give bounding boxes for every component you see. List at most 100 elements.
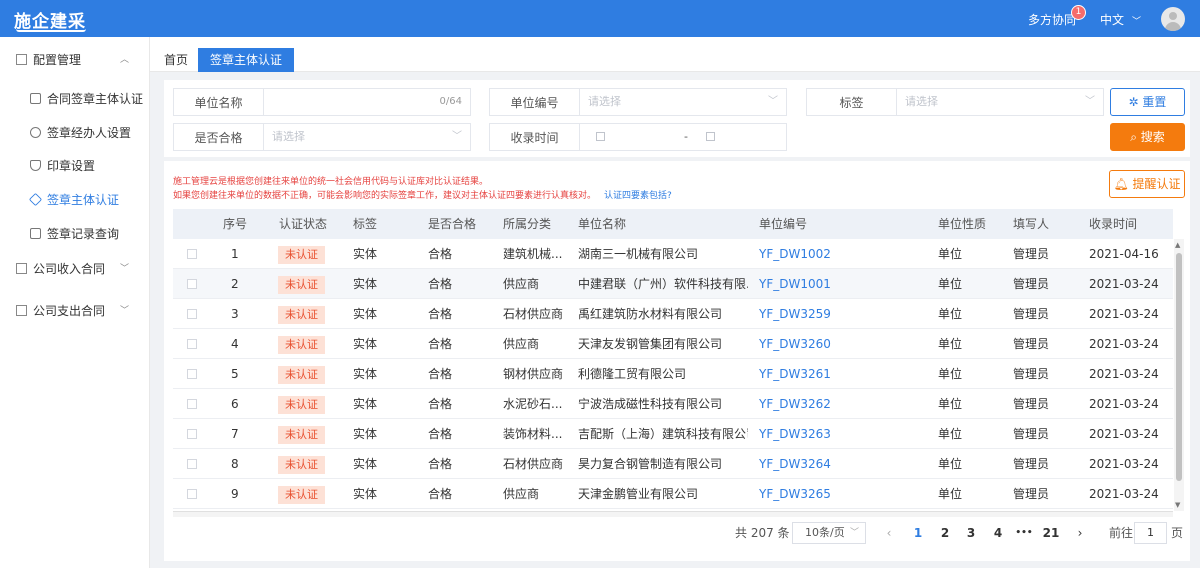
row-checkbox[interactable] [187, 339, 197, 349]
cell-unit-code[interactable]: YF_DW3264 [759, 449, 831, 479]
cell-unit-nature-text: 单位 [938, 427, 963, 441]
language-select[interactable]: 中文 ﹀ [1100, 11, 1141, 28]
header-status: 认证状态 [279, 217, 328, 231]
remind-auth-button[interactable]: 🔔︎ 提醒认证 [1109, 170, 1185, 198]
table-row[interactable]: 3 未认证 实体 合格 石材供应商 禹红建筑防水材料有限公司 YF_DW3259 单位 管理员 2… [173, 299, 1173, 329]
page-size-select[interactable]: 10条/页 ﹀ [792, 522, 866, 544]
cell-unit-name: 天津友发钢管集团有限公司 [578, 329, 748, 359]
cell-unit-code-text[interactable]: YF_DW3259 [759, 307, 831, 321]
unit-name-input[interactable]: 0/64 [263, 88, 471, 116]
sidebar-group-config[interactable]: 配置管理 ︿ [16, 50, 129, 70]
tab-home[interactable]: 首页 [152, 48, 200, 72]
cell-tag: 实体 [353, 479, 377, 509]
cell-filler-text: 管理员 [1013, 277, 1050, 291]
cell-unit-code-text[interactable]: YF_DW3264 [759, 457, 831, 471]
row-checkbox[interactable] [187, 279, 197, 289]
cell-unit-code[interactable]: YF_DW3265 [759, 479, 831, 509]
cell-unit-code-text[interactable]: YF_DW1001 [759, 277, 831, 291]
avatar[interactable] [1161, 7, 1185, 31]
row-checkbox[interactable] [187, 489, 197, 499]
sidebar-item-seal-settings[interactable]: 印章设置 [30, 156, 95, 176]
cell-unit-name-text: 昊力复合钢管制造有限公司 [578, 457, 723, 471]
cell-status: 未认证 [278, 239, 325, 269]
cell-unit-code[interactable]: YF_DW3261 [759, 359, 831, 389]
header-date: 收录时间 [1089, 217, 1138, 231]
page-size-value: 10条/页 [805, 526, 845, 539]
header-no: 序号 [223, 217, 248, 231]
sidebar-item-sign-subject-auth[interactable]: 签章主体认证 [28, 190, 119, 210]
row-checkbox[interactable] [187, 369, 197, 379]
unit-code-select[interactable]: 请选择 ﹀ [579, 88, 787, 116]
cell-unit-code-text[interactable]: YF_DW3262 [759, 397, 831, 411]
cell-unit-code-text[interactable]: YF_DW3261 [759, 367, 831, 381]
cell-unit-code[interactable]: YF_DW3263 [759, 419, 831, 449]
cell-category-text: 供应商 [503, 337, 540, 351]
date-range-picker[interactable]: - [579, 123, 787, 151]
table-row[interactable]: 1 未认证 实体 合格 建筑机械... 湖南三一机械有限公司 YF_DW1002 单位 管理员 2… [173, 239, 1173, 269]
cell-unit-code[interactable]: YF_DW1002 [759, 239, 831, 269]
scrollbar-thumb[interactable] [1176, 253, 1182, 481]
cell-unit-name: 吉配斯（上海）建筑科技有限公司 [578, 419, 748, 449]
cell-tag-text: 实体 [353, 277, 378, 291]
cell-unit-code-text[interactable]: YF_DW1002 [759, 247, 831, 261]
cell-unit-code-text[interactable]: YF_DW3265 [759, 487, 831, 501]
tag-select[interactable]: 请选择 ﹀ [896, 88, 1104, 116]
cell-status-text: 未认证 [278, 426, 325, 444]
cell-unit-nature: 单位 [938, 239, 962, 269]
sidebar-item-sign-records[interactable]: 签章记录查询 [30, 224, 119, 244]
cell-unit-code[interactable]: YF_DW3262 [759, 389, 831, 419]
goto-page-input[interactable]: 1 [1134, 522, 1167, 544]
cell-unit-name: 昊力复合钢管制造有限公司 [578, 449, 748, 479]
sidebar-group-expense-contract[interactable]: 公司支出合同 ﹀ [16, 301, 129, 321]
row-checkbox[interactable] [187, 309, 197, 319]
vertical-scrollbar[interactable]: ▲ ▼ [1174, 239, 1184, 511]
cell-no-text: 7 [231, 427, 239, 441]
reset-button[interactable]: ✲ 重置 [1110, 88, 1185, 116]
cell-status: 未认证 [278, 359, 325, 389]
cell-unit-code[interactable]: YF_DW3260 [759, 329, 831, 359]
logo[interactable]: 施企建采 [14, 7, 86, 32]
table-row[interactable]: 2 未认证 实体 合格 供应商 中建君联（广州）软件科技有限... YF_DW1001 单位 管… [173, 269, 1173, 299]
cell-tag-text: 实体 [353, 337, 378, 351]
cell-qualified-text: 合格 [428, 427, 453, 441]
cell-unit-name-text: 利德隆工贸有限公司 [578, 367, 687, 381]
row-checkbox[interactable] [187, 459, 197, 469]
table-row[interactable]: 7 未认证 实体 合格 装饰材料... 吉配斯（上海）建筑科技有限公司 YF_DW3263 单… [173, 419, 1173, 449]
sidebar-item-sign-operator[interactable]: 签章经办人设置 [30, 123, 131, 143]
page-button[interactable]: 4 [988, 522, 1008, 544]
table-row[interactable]: 8 未认证 实体 合格 石材供应商 昊力复合钢管制造有限公司 YF_DW3264 单位 管理员 2… [173, 449, 1173, 479]
qualified-select[interactable]: 请选择 ﹀ [263, 123, 471, 151]
sidebar-item-contract-sign-auth[interactable]: 合同签章主体认证 [30, 89, 143, 109]
table-row[interactable]: 4 未认证 实体 合格 供应商 天津友发钢管集团有限公司 YF_DW3260 单位 管理员 202… [173, 329, 1173, 359]
cell-unit-nature-text: 单位 [938, 307, 963, 321]
page-button[interactable]: 21 [1041, 522, 1061, 544]
cell-unit-code[interactable]: YF_DW1001 [759, 269, 831, 299]
char-counter: 0/64 [439, 96, 462, 107]
table-row[interactable]: 6 未认证 实体 合格 水泥砂石... 宁波浩成磁性科技有限公司 YF_DW3262 单位 管理… [173, 389, 1173, 419]
cell-filler: 管理员 [1013, 329, 1049, 359]
row-checkbox[interactable] [187, 399, 197, 409]
page-button[interactable]: 2 [935, 522, 955, 544]
next-page-button[interactable]: › [1070, 522, 1090, 544]
cell-date: 2021-03-24 [1089, 419, 1159, 449]
four-elements-link[interactable]: 认证四要素包括? [604, 191, 672, 201]
page-button[interactable]: 3 [961, 522, 981, 544]
cell-unit-code-text[interactable]: YF_DW3263 [759, 427, 831, 441]
cell-unit-code[interactable]: YF_DW3259 [759, 299, 831, 329]
tab-sign-subject-auth[interactable]: 签章主体认证 [198, 48, 295, 72]
sidebar-group-income-contract[interactable]: 公司收入合同 ﹀ [16, 259, 129, 279]
row-checkbox[interactable] [187, 249, 197, 259]
row-checkbox[interactable] [187, 429, 197, 439]
cell-status-text: 未认证 [278, 366, 325, 384]
horizontal-scrollbar[interactable] [173, 511, 1173, 517]
page-button[interactable]: 1 [908, 522, 928, 544]
collab-link[interactable]: 多方协同 [1028, 11, 1076, 28]
search-button[interactable]: ⌕ 搜索 [1110, 123, 1185, 151]
cell-qualified-text: 合格 [428, 247, 453, 261]
cell-category: 水泥砂石... [503, 389, 569, 419]
page-ellipsis[interactable]: ••• [1014, 522, 1034, 544]
table-row[interactable]: 5 未认证 实体 合格 钢材供应商 利德隆工贸有限公司 YF_DW3261 单位 管理员 2021… [173, 359, 1173, 389]
table-row[interactable]: 9 未认证 实体 合格 供应商 天津金鹏管业有限公司 YF_DW3265 单位 管理员 2021-… [173, 479, 1173, 509]
cell-unit-code-text[interactable]: YF_DW3260 [759, 337, 831, 351]
prev-page-button[interactable]: ‹ [879, 522, 899, 544]
